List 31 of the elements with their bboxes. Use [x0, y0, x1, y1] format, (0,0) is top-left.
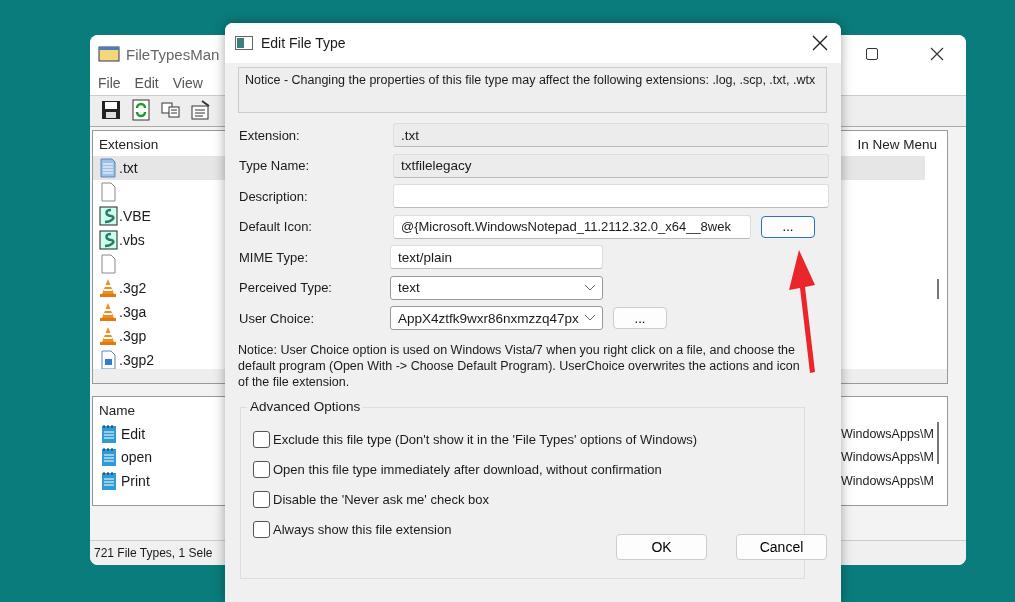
input-field: .txt: [393, 123, 829, 147]
field-label: Type Name:: [238, 158, 311, 173]
notice-text: Notice - Changing the properties of this file type may affect the following extensions: .log, .scp, .txt, .wtx: [238, 67, 827, 113]
dialog-title: Edit File Type: [261, 35, 346, 51]
checkbox-label: Always show this file extension: [273, 521, 452, 537]
group-title: Advanced Options: [247, 399, 364, 414]
input-field: txtfilelegacy: [393, 153, 829, 178]
table-cell: open: [121, 449, 153, 466]
checkbox-label: Disable the 'Never ask me' check box: [273, 491, 489, 507]
table-cell: .3gp: [119, 328, 147, 344]
field-label: MIME Type:: [238, 249, 310, 265]
table-cell: .3ga: [119, 304, 147, 320]
checkbox-label: Open this file type immediately after download, without confirmation: [273, 461, 662, 477]
notice-text: Notice: User Choice option is used on Windows Vista/7 when you right click on a file, and choose the default program (Open With -> Choose Default Program). UserChoice overwrites the actions and icon of the file extension.: [238, 342, 801, 390]
table-cell: .VBE: [119, 208, 151, 224]
checkbox-label: Exclude this file type (Don't show it in the 'File Types' options of Windows): [273, 431, 698, 447]
field-label: User Choice:: [238, 310, 316, 326]
table-cell: .3g2: [119, 280, 147, 296]
window-title: FileTypesMan: [126, 45, 220, 63]
table-cell: Print: [121, 472, 150, 489]
table-cell: .3gp2: [119, 352, 155, 368]
table-cell: .vbs: [119, 232, 145, 248]
field-label: Extension:: [238, 127, 301, 143]
table-cell: WindowsApps\M: [840, 473, 934, 488]
field-label: Description:: [238, 188, 309, 204]
field-label: Default Icon:: [238, 219, 313, 234]
table-cell: Edit: [121, 425, 146, 442]
table-cell: WindowsApps\M: [840, 450, 934, 465]
field-label: Perceived Type:: [238, 280, 333, 295]
table-cell: .txt: [119, 160, 138, 176]
table-cell: WindowsApps\M: [840, 426, 934, 441]
